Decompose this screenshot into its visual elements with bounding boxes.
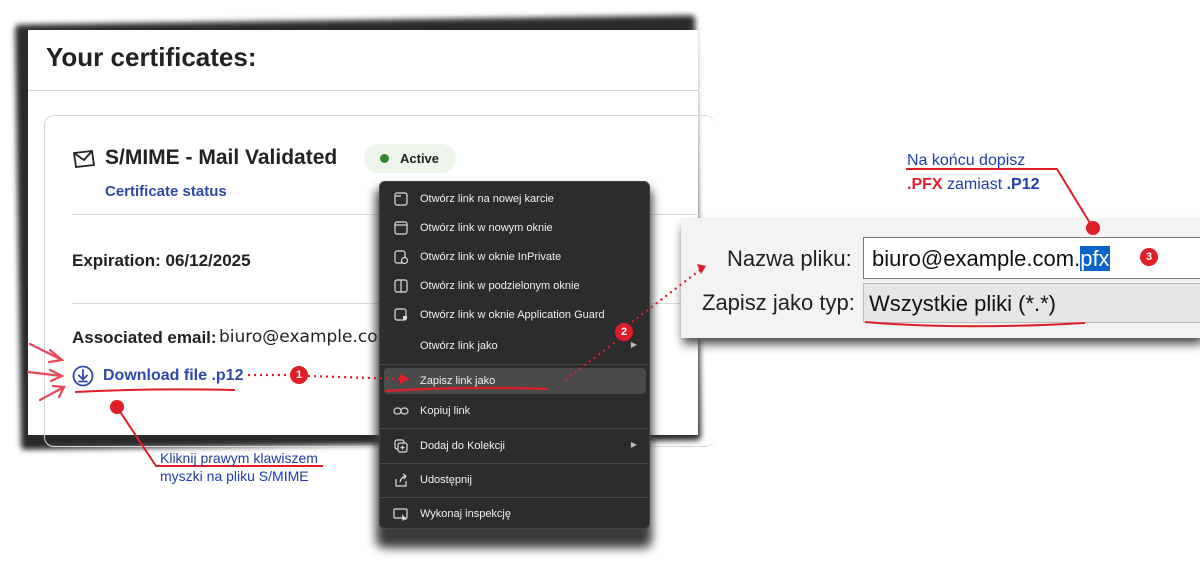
note-right-click: Kliknij prawym klawiszem myszki na pliku… — [160, 449, 318, 485]
step-2-badge: 2 — [615, 323, 633, 341]
filetype-underline — [864, 321, 1086, 328]
step1-dotted-path — [248, 373, 403, 381]
download-underline — [74, 388, 236, 393]
note-pfx: .PFX — [907, 176, 943, 193]
save-link-underline — [384, 386, 549, 393]
step2-dotted-path — [564, 269, 701, 381]
note-line: Kliknij prawym klawiszem — [160, 450, 318, 466]
note-line: Na końcu dopisz — [907, 152, 1026, 169]
pointer-arrows — [26, 342, 66, 402]
step-1-badge: 1 — [290, 366, 308, 384]
step-3-badge: 3 — [1140, 248, 1158, 266]
note-line: myszki na pliku S/MIME — [160, 468, 309, 484]
note-mid: zamiast — [942, 176, 1007, 193]
note-p12: .P12 — [1006, 176, 1040, 193]
step1-arrowhead-icon — [400, 374, 410, 384]
step2-arrowhead-icon — [697, 264, 706, 274]
note-rename-extension: Na końcu dopisz .PFX zamiast .P12 — [907, 149, 1040, 197]
